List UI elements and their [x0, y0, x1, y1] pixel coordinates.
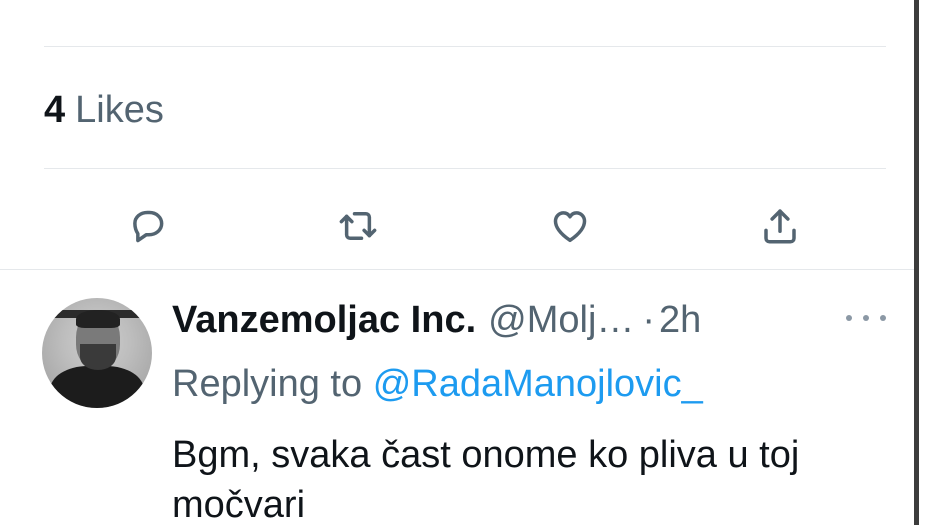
like-icon [553, 211, 587, 243]
replying-to: Replying to @RadaManojlovic_ [172, 358, 703, 410]
display-name[interactable]: Vanzemoljac Inc. [172, 299, 476, 341]
more-options-icon[interactable] [846, 308, 886, 328]
tweet-action-bar [0, 200, 914, 252]
share-button[interactable] [756, 200, 804, 252]
likes-divider [44, 168, 886, 169]
separator-dot: · [642, 299, 656, 341]
scrollbar[interactable] [914, 0, 930, 525]
likes-label: Likes [75, 89, 164, 131]
likes-stat[interactable]: 4 Likes [44, 88, 164, 132]
reply-button[interactable] [124, 200, 172, 252]
user-handle[interactable]: @Molj… [488, 299, 634, 341]
retweet-button[interactable] [334, 200, 382, 252]
reply-icon [133, 210, 164, 243]
share-icon [764, 209, 796, 244]
timestamp[interactable]: 2h [659, 299, 701, 341]
reply-tweet[interactable]: Vanzemoljac Inc. @Molj… · 2h Replying to @R… [0, 270, 914, 526]
mention-link[interactable]: @RadaManojlovic_ [373, 363, 703, 405]
avatar[interactable] [42, 298, 152, 408]
tweet-text: Bgm, svaka čast onome ko pliva u toj moč… [172, 434, 800, 526]
likes-count: 4 [44, 89, 66, 131]
retweet-icon [339, 212, 377, 240]
top-divider [44, 46, 886, 47]
like-button[interactable] [546, 200, 594, 252]
replying-to-label: Replying to [172, 363, 363, 405]
reply-header: Vanzemoljac Inc. @Molj… · 2h [172, 294, 701, 346]
